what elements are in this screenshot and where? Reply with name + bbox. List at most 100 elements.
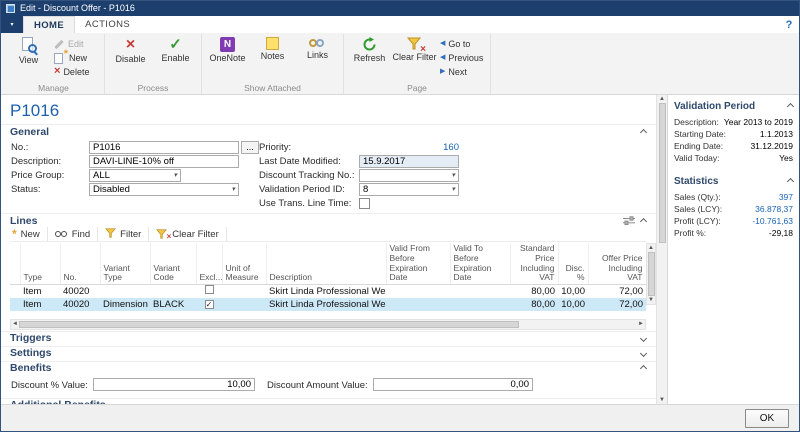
collapse-icon[interactable] (640, 217, 647, 224)
column-header-variant-code[interactable]: Variant Code (150, 243, 196, 285)
scrollbar-thumb[interactable] (648, 252, 655, 296)
lines-new-button[interactable]: * New (10, 227, 48, 241)
scroll-down-icon[interactable]: ▼ (648, 297, 654, 303)
factbox-header-validation-period[interactable]: Validation Period (674, 101, 793, 112)
section-header-benefits[interactable]: Benefits (1, 361, 656, 375)
lines-filter-button[interactable]: Filter (98, 227, 149, 241)
column-header-description[interactable]: Description (266, 243, 386, 285)
last-date-modified-field: 15.9.2017 (359, 155, 459, 168)
goto-button[interactable]: ◀ Go to (437, 37, 487, 50)
scroll-down-icon[interactable]: ▼ (659, 397, 665, 403)
chevron-down-icon: ▾ (10, 21, 13, 28)
list-item: Description: Year 2013 to 2019 (674, 116, 793, 128)
refresh-button[interactable]: Refresh (347, 34, 392, 80)
delete-button[interactable]: × Delete (51, 65, 101, 78)
refresh-icon (362, 37, 377, 52)
chevron-down-icon[interactable]: ▾ (173, 172, 177, 179)
column-header-standard-price[interactable]: Standard Price Including VAT (510, 243, 558, 285)
collapse-icon[interactable] (640, 128, 647, 135)
chevron-down-icon[interactable]: ▾ (451, 186, 455, 193)
scroll-up-icon[interactable]: ▲ (648, 245, 654, 251)
section-header-general[interactable]: General (1, 124, 656, 138)
collapse-icon[interactable] (640, 365, 647, 372)
section-header-additional-benefits[interactable]: Additional Benefits (1, 398, 656, 404)
discount-amount-label: Discount Amount Value: (267, 380, 368, 391)
tab-home[interactable]: HOME (23, 16, 75, 33)
tab-actions[interactable]: ACTIONS (75, 16, 140, 33)
previous-button[interactable]: ◀ Previous (437, 51, 487, 64)
grid-horizontal-scrollbar[interactable]: ◄ ► (10, 319, 646, 330)
column-header-disc[interactable]: Disc. % (558, 243, 588, 285)
group-caption-process: Process (108, 82, 198, 94)
column-header-valid-from[interactable]: Valid From Before Expiration Date (386, 243, 450, 285)
use-trans-line-time-checkbox[interactable] (359, 198, 370, 209)
lines-toolbar: * New Find Filter × Clear Filter (10, 227, 647, 242)
scroll-right-icon[interactable]: ► (638, 321, 644, 327)
application-menu-button[interactable]: ▾ (1, 16, 23, 33)
chevron-down-icon[interactable]: ▾ (451, 172, 455, 179)
enable-button[interactable]: ✓ Enable (153, 34, 198, 80)
column-header-no[interactable]: No. (60, 243, 100, 285)
ok-button[interactable]: OK (745, 409, 789, 428)
section-header-triggers[interactable]: Triggers (1, 331, 656, 345)
scrollbar-thumb[interactable] (659, 103, 666, 243)
collapse-icon[interactable] (787, 178, 794, 185)
new-line-icon: * (12, 228, 17, 240)
status-select[interactable]: Disabled▾ (89, 183, 239, 196)
no-field[interactable]: P1016 (89, 141, 239, 154)
new-button[interactable]: New (51, 51, 101, 64)
excl-checkbox[interactable]: ✓ (205, 300, 214, 309)
discount-tracking-no-select[interactable]: ▾ (359, 169, 459, 182)
lines-find-button[interactable]: Find (48, 227, 98, 241)
next-button[interactable]: ▶ Next (437, 65, 487, 78)
price-group-select[interactable]: ALL▾ (89, 169, 181, 182)
links-button[interactable]: Links (295, 34, 340, 80)
list-item: Sales (LCY): 36.878,37 (674, 203, 793, 215)
page-vertical-scrollbar[interactable]: ▲ ▼ (656, 95, 667, 404)
table-row[interactable]: Item 40020 Skirt Linda Professional Wear… (10, 285, 646, 298)
description-field[interactable]: DAVI-LINE-10% off (89, 155, 239, 168)
grid-vertical-scrollbar[interactable]: ▲ ▼ (646, 243, 656, 305)
bottom-bar: OK (1, 404, 799, 431)
column-header-variant-type[interactable]: Variant Type (100, 243, 150, 285)
scroll-left-icon[interactable]: ◄ (12, 321, 18, 327)
app-icon (6, 4, 15, 13)
column-header-valid-to[interactable]: Valid To Before Expiration Date (450, 243, 510, 285)
factbox-header-statistics[interactable]: Statistics (674, 176, 793, 187)
assist-edit-button[interactable]: ... (241, 141, 259, 154)
clear-filter-button[interactable]: × Clear Filter (392, 34, 437, 80)
window-title: Edit - Discount Offer - P1016 (20, 4, 135, 13)
column-header-unit-of-measure[interactable]: Unit of Measure (222, 243, 266, 285)
column-header-type[interactable]: Type (20, 243, 60, 285)
notes-button[interactable]: Notes (250, 34, 295, 80)
section-header-lines[interactable]: Lines (1, 213, 656, 227)
discount-amount-field[interactable]: 0,00 (373, 378, 533, 391)
ribbon-group-page: Refresh × Clear Filter ◀ Go to ◀ (344, 34, 491, 94)
lines-clear-filter-button[interactable]: × Clear Filter (149, 227, 226, 241)
discount-pct-label: Discount % Value: (11, 380, 88, 391)
scrollbar-thumb[interactable] (19, 321, 519, 328)
scroll-up-icon[interactable]: ▲ (659, 96, 665, 102)
expand-icon[interactable] (640, 402, 647, 404)
expand-icon[interactable] (640, 335, 647, 342)
table-row-selected[interactable]: Item 40020 Dimension 1 BLACK ✓ Skirt Lin… (10, 298, 646, 311)
list-item: Valid Today: Yes (674, 152, 793, 164)
section-header-settings[interactable]: Settings (1, 346, 656, 360)
expand-icon[interactable] (640, 350, 647, 357)
disable-button[interactable]: × Disable (108, 34, 153, 80)
onenote-button[interactable]: OneNote (205, 34, 250, 80)
grid-settings-icon[interactable] (623, 212, 635, 230)
discount-pct-field[interactable]: 10,00 (93, 378, 255, 391)
clear-filter-icon: × (156, 229, 168, 239)
last-date-modified-label: Last Date Modified: (259, 156, 359, 167)
help-button[interactable]: ? (779, 16, 799, 33)
list-item: Sales (Qty.): 397 (674, 191, 793, 203)
collapse-icon[interactable] (787, 103, 794, 110)
column-header-offer-price[interactable]: Offer Price Including VAT (588, 243, 646, 285)
excl-checkbox[interactable] (205, 285, 214, 294)
priority-value[interactable]: 160 (359, 142, 459, 153)
validation-period-id-select[interactable]: 8▾ (359, 183, 459, 196)
view-button[interactable]: View (6, 34, 51, 80)
column-header-excl[interactable]: Excl... (196, 243, 222, 285)
chevron-down-icon[interactable]: ▾ (231, 186, 235, 193)
